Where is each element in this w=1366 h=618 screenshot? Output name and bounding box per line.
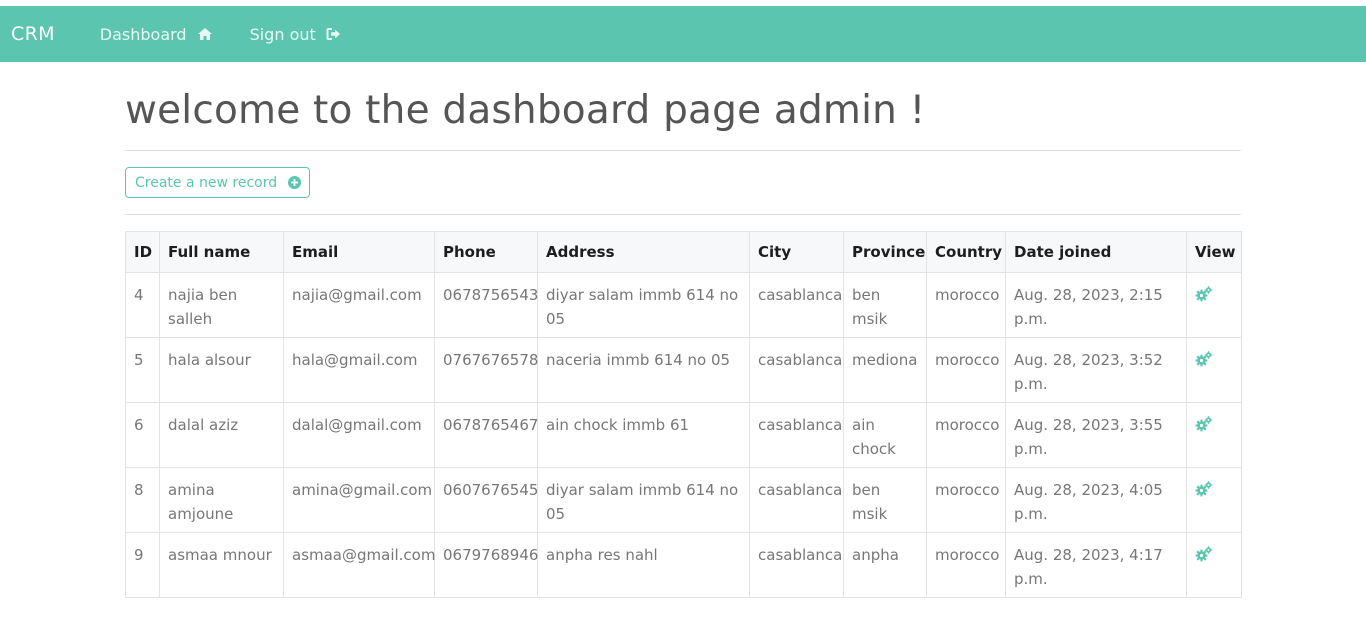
cell-full-name: najia ben salleh [159,272,284,338]
cell-id: 6 [125,402,160,468]
records-table: ID Full name Email Phone Address City Province… [125,231,1242,598]
column-header-city: City [749,231,844,273]
cell-view [1186,402,1242,468]
cell-full-name: amina amjoune [159,467,284,533]
divider [125,214,1241,215]
cell-full-name: hala alsour [159,337,284,403]
cell-email: najia@gmail.com [283,272,435,338]
table-row: 8 amina amjoune amina@gmail.com 0607676545 d… [125,467,1242,533]
table-row: 6 dalal aziz dalal@gmail.com 0678765467 ain … [125,402,1242,468]
page-title: welcome to the dashboard page admin ! [125,88,926,133]
cell-province: ain chock [843,402,927,468]
sign-out-icon [326,27,341,41]
cell-country: morocco [926,272,1006,338]
cell-province: ben msik [843,272,927,338]
create-record-button[interactable]: Create a new record [125,167,311,198]
gears-icon[interactable] [1195,286,1213,302]
cell-view [1186,272,1242,338]
gears-icon[interactable] [1195,546,1213,562]
cell-email: hala@gmail.com [283,337,435,403]
column-header-phone: Phone [434,231,538,273]
cell-country: morocco [926,467,1006,533]
cell-id: 4 [125,272,160,338]
cell-city: casablanca [749,337,844,403]
cell-date-joined: Aug. 28, 2023, 3:55 p.m. [1005,402,1187,468]
cell-date-joined: Aug. 28, 2023, 2:15 p.m. [1005,272,1187,338]
cell-full-name: asmaa mnour [159,532,284,598]
cell-city: casablanca [749,532,844,598]
table-header-row: ID Full name Email Phone Address City Province… [125,231,1242,273]
cell-date-joined: Aug. 28, 2023, 4:05 p.m. [1005,467,1187,533]
main-content: welcome to the dashboard page admin ! Cr… [125,62,1242,598]
cell-date-joined: Aug. 28, 2023, 4:17 p.m. [1005,532,1187,598]
cell-phone: 0679768946 [434,532,538,598]
nav-dashboard-link[interactable]: Dashboard [100,25,213,44]
cell-country: morocco [926,337,1006,403]
nav-dashboard-label: Dashboard [99,24,187,44]
divider [125,150,1241,151]
cell-city: casablanca [749,272,844,338]
cell-province: anpha [843,532,927,598]
cell-full-name: dalal aziz [159,402,284,468]
cell-id: 5 [125,337,160,403]
nav-signout-link[interactable]: Sign out [250,25,341,44]
cell-city: casablanca [749,402,844,468]
column-header-email: Email [283,231,435,273]
column-header-country: Country [926,231,1006,273]
column-header-id: ID [125,231,160,273]
column-header-province: Province [843,231,927,273]
cell-phone: 0678765467 [434,402,538,468]
column-header-full-name: Full name [159,231,284,273]
cell-id: 8 [125,467,160,533]
column-header-date-joined: Date joined [1005,231,1187,273]
cell-phone: 0678756543 [434,272,538,338]
column-header-address: Address [537,231,750,273]
cell-view [1186,337,1242,403]
cell-address: naceria immb 614 no 05 [537,337,750,403]
cell-city: casablanca [749,467,844,533]
brand-logo[interactable]: CRM [11,23,55,45]
column-header-view: View [1186,231,1242,273]
table-row: 4 najia ben salleh najia@gmail.com 06787565… [125,272,1242,338]
cell-address: diyar salam immb 614 no 05 [537,272,750,338]
cell-province: mediona [843,337,927,403]
table-body: 4 najia ben salleh najia@gmail.com 06787565… [125,272,1242,598]
cell-date-joined: Aug. 28, 2023, 3:52 p.m. [1005,337,1187,403]
gears-icon[interactable] [1195,481,1213,497]
gears-icon[interactable] [1195,416,1213,432]
cell-country: morocco [926,532,1006,598]
cell-email: asmaa@gmail.com [283,532,435,598]
cell-address: ain chock immb 61 [537,402,750,468]
cell-address: diyar salam immb 614 no 05 [537,467,750,533]
cell-email: amina@gmail.com [283,467,435,533]
gears-icon[interactable] [1195,351,1213,367]
cell-province: ben msik [843,467,927,533]
cell-view [1186,532,1242,598]
table-row: 5 hala alsour hala@gmail.com 0767676578 nace… [125,337,1242,403]
table-row: 9 asmaa mnour asmaa@gmail.com 0679768946 anp… [125,532,1242,598]
navbar: CRM Dashboard Sign out [0,6,1366,62]
cell-phone: 0607676545 [434,467,538,533]
nav-signout-label: Sign out [249,24,316,44]
cell-view [1186,467,1242,533]
home-icon [197,27,213,41]
plus-circle-icon [288,176,302,189]
create-record-label: Create a new record [135,174,278,191]
cell-phone: 0767676578 [434,337,538,403]
cell-address: anpha res nahl [537,532,750,598]
cell-id: 9 [125,532,160,598]
cell-country: morocco [926,402,1006,468]
cell-email: dalal@gmail.com [283,402,435,468]
